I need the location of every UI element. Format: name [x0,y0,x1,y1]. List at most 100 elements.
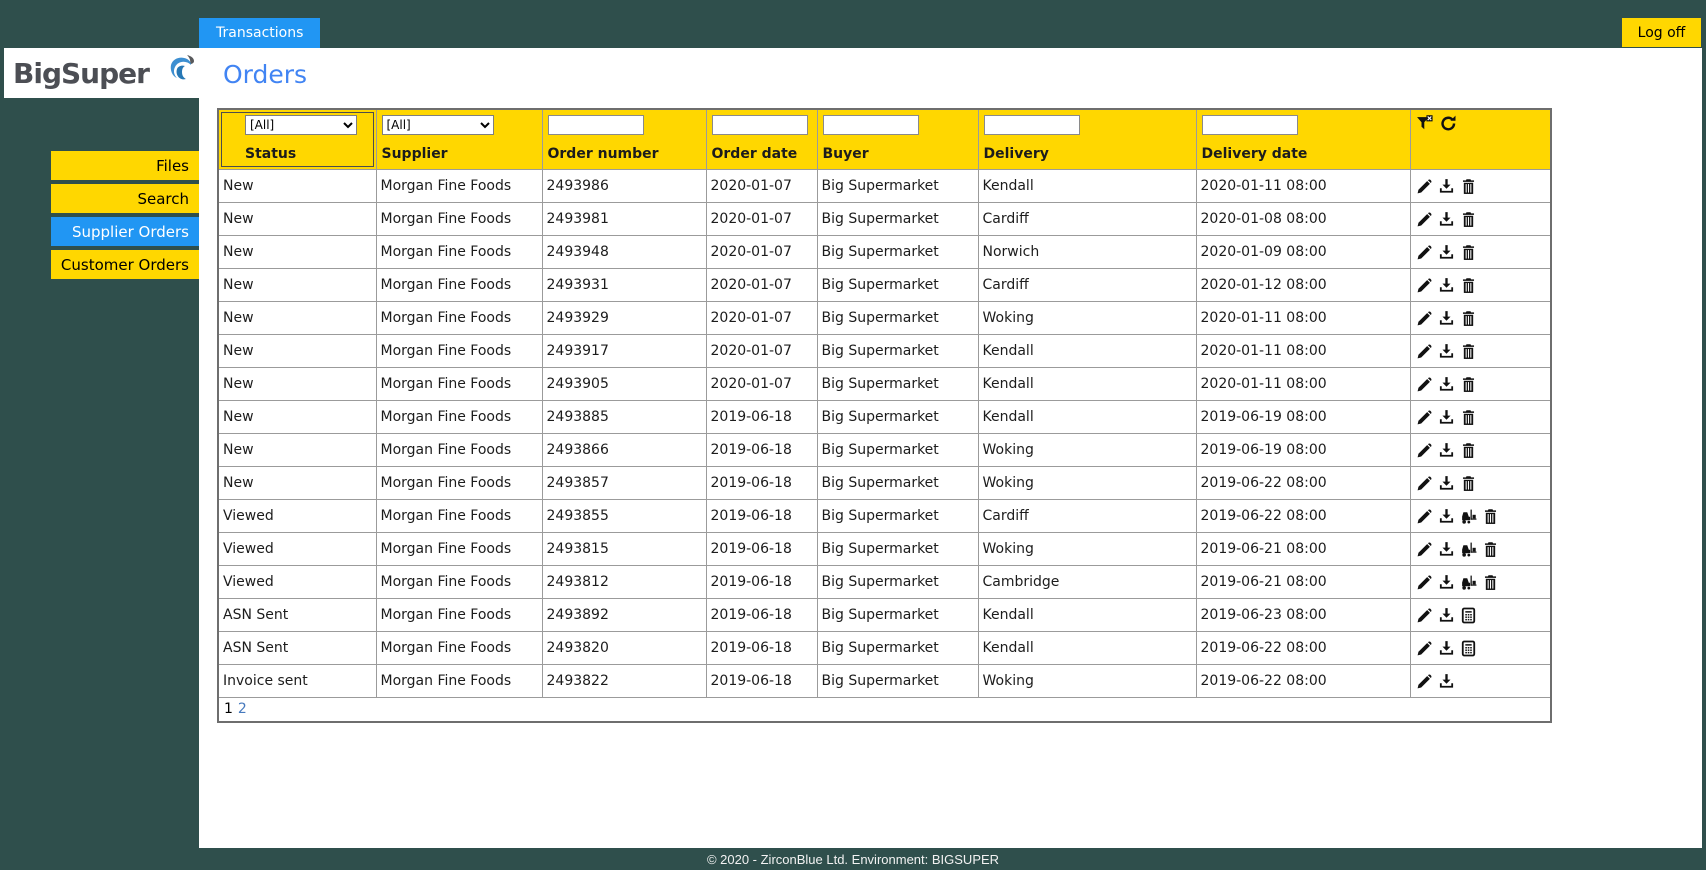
pencil-icon[interactable] [1416,178,1433,195]
cell-supplier: Morgan Fine Foods [375,202,543,236]
pencil-icon[interactable] [1416,343,1433,360]
download-icon[interactable] [1438,574,1455,591]
sidebar-item-search[interactable]: Search [51,184,199,213]
download-icon[interactable] [1438,409,1455,426]
calculator-icon[interactable] [1460,607,1477,624]
cell-status: ASN Sent [217,598,377,632]
order-date-filter-input[interactable] [711,115,808,135]
cell-status: New [217,301,377,335]
download-icon[interactable] [1438,508,1455,525]
cell-buyer: Big Supermarket [816,268,979,302]
supplier-filter-dropdown[interactable]: [All] [381,115,494,135]
sidebar-item-supplier-orders[interactable]: Supplier Orders [51,217,199,246]
download-icon[interactable] [1438,376,1455,393]
pencil-icon[interactable] [1416,442,1433,459]
trash-icon[interactable] [1460,343,1477,360]
pencil-icon[interactable] [1416,277,1433,294]
pencil-icon[interactable] [1416,211,1433,228]
orders-table-body: New Morgan Fine Foods 2493986 2020-01-07 Big… [217,169,1552,698]
cell-delivery: Kendall [977,169,1197,203]
cell-delivery: Kendall [977,598,1197,632]
order-number-filter-input[interactable] [547,115,644,135]
download-icon[interactable] [1438,277,1455,294]
download-icon[interactable] [1438,178,1455,195]
trash-icon[interactable] [1460,475,1477,492]
cell-status: Viewed [217,499,377,533]
download-icon[interactable] [1438,244,1455,261]
download-icon[interactable] [1438,211,1455,228]
funnel-filter-icon[interactable] [1416,115,1433,132]
page-number-link[interactable]: 2 [238,701,247,717]
cell-order-number: 2493917 [541,334,707,368]
buyer-filter-input[interactable] [822,115,919,135]
pencil-icon[interactable] [1416,409,1433,426]
download-icon[interactable] [1438,442,1455,459]
cell-actions [1409,499,1552,533]
delivery-date-filter-input[interactable] [1201,115,1298,135]
cell-delivery: Kendall [977,400,1197,434]
pencil-icon[interactable] [1416,640,1433,657]
trash-icon[interactable] [1460,277,1477,294]
cell-delivery: Woking [977,664,1197,698]
download-icon[interactable] [1438,310,1455,327]
download-icon[interactable] [1438,640,1455,657]
column-label: Supplier [381,146,448,162]
download-icon[interactable] [1438,541,1455,558]
cell-supplier: Morgan Fine Foods [375,235,543,269]
pencil-icon[interactable] [1416,673,1433,690]
table-row: New Morgan Fine Foods 2493905 2020-01-07 Big… [217,367,1552,401]
cell-delivery: Cardiff [977,268,1197,302]
cell-actions [1409,367,1552,401]
trash-icon[interactable] [1460,211,1477,228]
trash-icon[interactable] [1460,178,1477,195]
pencil-icon[interactable] [1416,607,1433,624]
pencil-icon[interactable] [1416,310,1433,327]
pencil-icon[interactable] [1416,475,1433,492]
cell-supplier: Morgan Fine Foods [375,499,543,533]
pencil-icon[interactable] [1416,376,1433,393]
pencil-icon[interactable] [1416,244,1433,261]
pencil-icon[interactable] [1416,574,1433,591]
tab-transactions[interactable]: Transactions [199,18,321,48]
cell-buyer: Big Supermarket [816,664,979,698]
cell-delivery-date: 2020-01-11 08:00 [1195,367,1411,401]
table-row: Invoice sent Morgan Fine Foods 2493822 2019… [217,664,1552,698]
sidebar-item-customer-orders[interactable]: Customer Orders [51,250,199,279]
download-icon[interactable] [1438,475,1455,492]
trash-icon[interactable] [1460,244,1477,261]
delivery-filter-input[interactable] [983,115,1080,135]
trash-icon[interactable] [1460,409,1477,426]
calculator-icon[interactable] [1460,640,1477,657]
column-label: Order date [711,146,798,162]
cell-buyer: Big Supermarket [816,169,979,203]
download-icon[interactable] [1438,607,1455,624]
sidebar-item-files[interactable]: Files [51,151,199,180]
logoff-button[interactable]: Log off [1622,18,1701,47]
cell-delivery: Kendall [977,631,1197,665]
main-panel: Orders [All] Status [All] Supplier Order… [199,48,1702,848]
column-header-order-number: Order number [541,108,707,170]
column-label: Order number [547,146,659,162]
column-header-supplier: [All] Supplier [375,108,543,170]
pencil-icon[interactable] [1416,508,1433,525]
download-icon[interactable] [1438,673,1455,690]
table-row: New Morgan Fine Foods 2493948 2020-01-07 Big… [217,235,1552,269]
trash-icon[interactable] [1460,376,1477,393]
cell-delivery-date: 2019-06-21 08:00 [1195,532,1411,566]
download-icon[interactable] [1438,343,1455,360]
refresh-icon[interactable] [1440,115,1457,132]
page-number-current[interactable]: 1 [224,701,233,717]
trash-icon[interactable] [1482,574,1499,591]
trash-icon[interactable] [1460,442,1477,459]
trash-icon[interactable] [1482,541,1499,558]
cell-order-date: 2020-01-07 [705,169,818,203]
cell-status: New [217,400,377,434]
forklift-icon[interactable] [1460,508,1477,525]
forklift-icon[interactable] [1460,574,1477,591]
cell-supplier: Morgan Fine Foods [375,631,543,665]
pencil-icon[interactable] [1416,541,1433,558]
status-filter-dropdown[interactable]: [All] [245,115,357,135]
trash-icon[interactable] [1482,508,1499,525]
trash-icon[interactable] [1460,310,1477,327]
forklift-icon[interactable] [1460,541,1477,558]
